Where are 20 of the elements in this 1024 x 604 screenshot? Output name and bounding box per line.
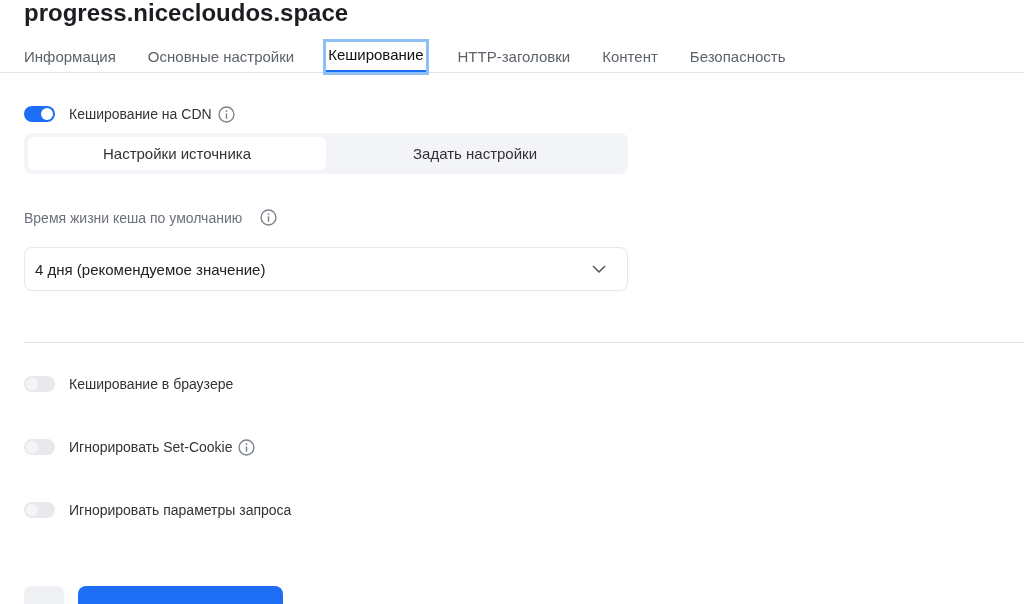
tab[interactable]: Безопасность <box>689 44 786 72</box>
dropdown-field[interactable]: 4 дня (рекомендуемое значение) <box>24 247 628 291</box>
info-icon[interactable] <box>260 209 278 226</box>
toggle-label: Игнорировать параметры запроса <box>69 502 292 518</box>
tab[interactable]: HTTP-заголовки <box>457 44 571 72</box>
toggle-label: Кеширование на CDN <box>69 106 212 122</box>
page-title: progress.nicecloudos.space <box>24 0 350 26</box>
tab[interactable]: Контент <box>602 44 658 72</box>
tab[interactable]: Информация <box>24 44 116 72</box>
toggle-label: Игнорировать Set-Cookie <box>69 439 233 455</box>
field-label: Время жизни кеша по умолчанию <box>24 209 243 226</box>
chevron-down-icon <box>592 265 606 273</box>
tab[interactable]: Кеширование <box>326 42 426 72</box>
toggle-label: Кеширование в браузере <box>69 376 234 392</box>
info-icon[interactable] <box>238 438 256 456</box>
segment-option[interactable]: Настройки источника <box>28 137 326 170</box>
toggle-switch[interactable] <box>24 106 55 122</box>
tab[interactable]: Основные настройки <box>147 44 295 72</box>
segment-option[interactable]: Задать настройки <box>326 137 624 170</box>
info-icon[interactable] <box>217 105 235 123</box>
